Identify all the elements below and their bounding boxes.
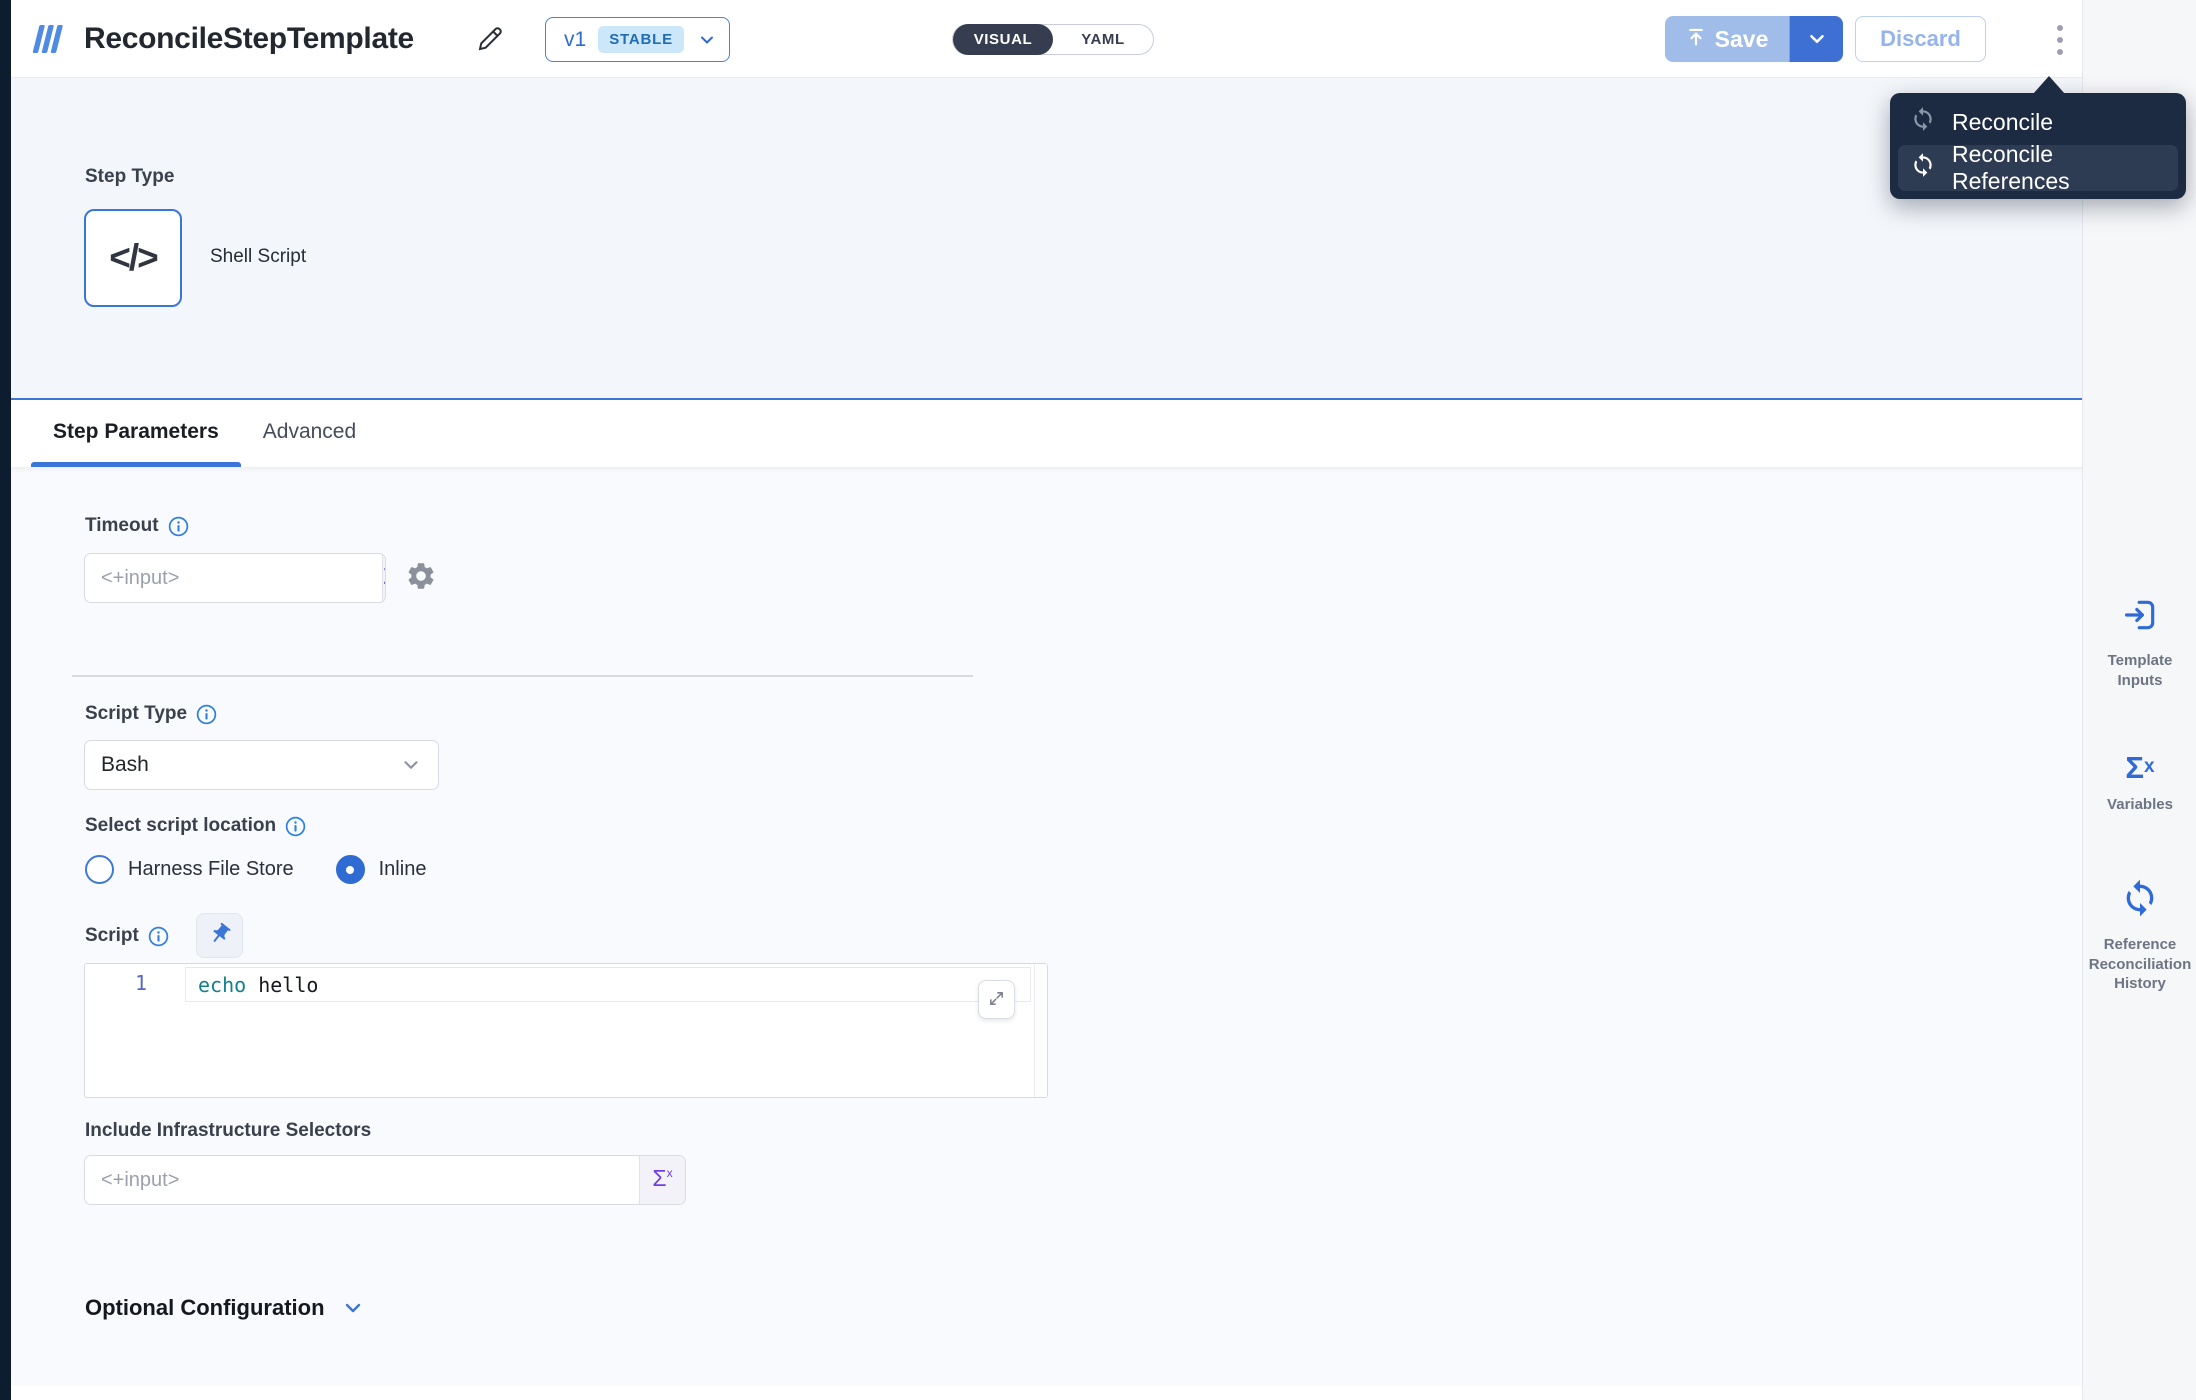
- kebab-popover-menu: Reconcile Reconcile References: [1890, 93, 2186, 199]
- infra-selectors-label: Include Infrastructure Selectors: [85, 1120, 371, 1142]
- discard-button[interactable]: Discard: [1855, 16, 1986, 62]
- rail-item-template-inputs[interactable]: Template Inputs: [2083, 596, 2196, 690]
- step-type-value: Shell Script: [210, 246, 306, 268]
- page-title: ReconcileStepTemplate: [84, 0, 414, 78]
- tab-bar: Step Parameters Advanced: [11, 400, 2082, 467]
- form-divider: [72, 675, 973, 677]
- pin-script-button[interactable]: [196, 913, 243, 958]
- step-type-card[interactable]: </>: [84, 209, 182, 307]
- radio-harness-file-store[interactable]: [85, 855, 114, 884]
- radio-inline[interactable]: [336, 855, 365, 884]
- expression-sigma-button[interactable]: Σx: [639, 1156, 685, 1204]
- infra-selectors-input[interactable]: [85, 1156, 639, 1204]
- script-type-value: Bash: [101, 753, 149, 777]
- reconcile-history-icon: [2120, 878, 2160, 923]
- info-icon[interactable]: [168, 516, 189, 537]
- step-parameters-panel: Timeout Σx Script Type Bash Select: [11, 467, 2082, 1386]
- gear-icon: [405, 580, 437, 595]
- header: ReconcileStepTemplate v1 STABLE VISUAL Y…: [11, 0, 2082, 78]
- menu-pointer-arrow: [2033, 76, 2065, 94]
- script-location-radio-group: Harness File Store Inline: [85, 855, 426, 884]
- expand-icon: [988, 990, 1005, 1010]
- chevron-down-icon: [341, 1296, 365, 1320]
- timeout-input[interactable]: [85, 554, 382, 602]
- radio-label: Harness File Store: [128, 858, 294, 881]
- info-icon[interactable]: [196, 704, 217, 725]
- info-icon[interactable]: [148, 926, 169, 947]
- chevron-down-icon: [400, 754, 422, 776]
- upload-arrow-icon: [1686, 26, 1706, 53]
- script-location-label-row: Select script location: [85, 815, 306, 837]
- optional-configuration-toggle[interactable]: Optional Configuration: [85, 1295, 365, 1321]
- save-split-button: Save: [1665, 16, 1843, 62]
- expression-sigma-button[interactable]: Σx: [382, 554, 386, 602]
- script-type-select[interactable]: Bash: [84, 740, 439, 790]
- right-utility-rail: Template Inputs Σx Variables Reference R…: [2082, 0, 2196, 1400]
- visual-yaml-toggle: VISUAL YAML: [952, 24, 1154, 55]
- code-icon: </>: [109, 237, 157, 279]
- rail-item-reconciliation-history[interactable]: Reference Reconciliation History: [2083, 878, 2196, 994]
- info-icon[interactable]: [285, 816, 306, 837]
- edit-title-button[interactable]: [471, 21, 509, 59]
- version-label: v1: [564, 28, 586, 52]
- timeout-label-row: Timeout: [85, 515, 189, 537]
- template-studio-page: ReconcileStepTemplate v1 STABLE VISUAL Y…: [0, 0, 2196, 1400]
- editor-line-number: 1: [125, 971, 147, 995]
- editor-scrollbar[interactable]: [1034, 964, 1047, 1097]
- script-label-row: Script: [85, 925, 169, 947]
- tab-step-parameters[interactable]: Step Parameters: [31, 400, 241, 467]
- template-library-icon: [31, 23, 65, 55]
- rail-item-variables[interactable]: Σx Variables: [2083, 752, 2196, 815]
- version-badge: STABLE: [598, 26, 684, 53]
- save-options-caret[interactable]: [1789, 16, 1843, 62]
- toggle-yaml[interactable]: YAML: [1053, 24, 1153, 55]
- menu-item-reconcile[interactable]: Reconcile: [1898, 99, 2178, 145]
- timeout-settings-button[interactable]: [405, 560, 437, 595]
- script-code-editor[interactable]: 1 echo hello: [84, 963, 1048, 1098]
- step-type-section: Step Type </> Shell Script: [11, 78, 2082, 398]
- code-argument: hello: [258, 973, 318, 997]
- editor-active-line[interactable]: echo hello: [185, 967, 1031, 1002]
- pencil-icon: [475, 42, 505, 57]
- version-selector[interactable]: v1 STABLE: [545, 17, 730, 62]
- timeout-field: Σx: [84, 553, 386, 603]
- sync-icon: [1910, 106, 1936, 138]
- menu-item-reconcile-references[interactable]: Reconcile References: [1898, 145, 2178, 191]
- chevron-down-icon: [697, 30, 717, 50]
- save-button[interactable]: Save: [1665, 16, 1789, 62]
- script-type-label-row: Script Type: [85, 703, 217, 725]
- radio-label: Inline: [379, 858, 427, 881]
- step-type-label: Step Type: [85, 166, 174, 188]
- toggle-visual[interactable]: VISUAL: [953, 24, 1053, 55]
- template-inputs-icon: [2120, 596, 2160, 639]
- left-nav-strip: [0, 0, 11, 1400]
- chevron-down-icon: [1806, 28, 1828, 50]
- code-keyword: echo: [198, 973, 246, 997]
- variables-sigma-icon: Σx: [2125, 752, 2154, 783]
- sync-icon: [1910, 152, 1936, 184]
- infra-selectors-field: Σx: [84, 1155, 686, 1205]
- tab-advanced[interactable]: Advanced: [241, 400, 378, 467]
- more-options-kebab-button[interactable]: [2043, 19, 2077, 61]
- pushpin-icon: [208, 922, 232, 949]
- editor-fullscreen-button[interactable]: [978, 980, 1015, 1019]
